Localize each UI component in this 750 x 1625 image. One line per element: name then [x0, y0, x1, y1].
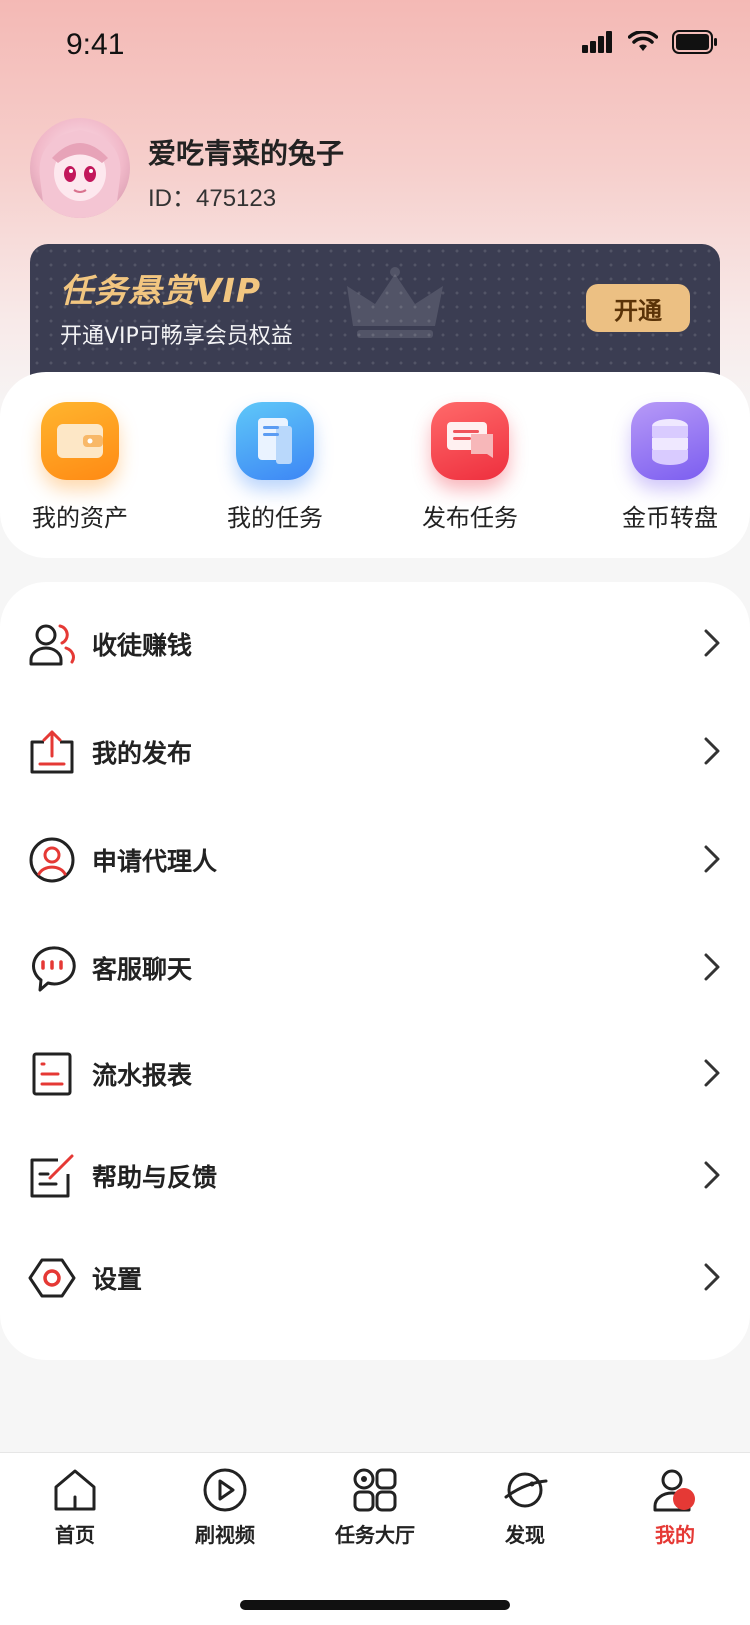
quick-action-publish[interactable]: 发布任务	[390, 402, 550, 533]
grid-icon	[353, 1468, 397, 1512]
tab-task-hall[interactable]: 任务大厅	[315, 1467, 435, 1548]
menu-label: 设置	[92, 1265, 143, 1294]
menu-label: 收徒赚钱	[92, 631, 193, 660]
menu-item-report[interactable]: 流水报表	[0, 1028, 750, 1118]
tab-videos[interactable]: 刷视频	[165, 1467, 285, 1548]
quick-actions-card: 我的资产 我的任务 发布任务 金币转盘	[0, 372, 750, 558]
chevron-right-icon	[704, 1263, 720, 1291]
recruit-users-icon	[29, 624, 75, 666]
menu-item-customer-chat[interactable]: 客服聊天	[0, 922, 750, 1012]
menu-item-recruit[interactable]: 收徒赚钱	[0, 598, 750, 688]
tab-label: 首页	[55, 1523, 95, 1547]
tab-label: 任务大厅	[335, 1523, 415, 1547]
report-icon	[32, 1052, 72, 1096]
menu-item-apply-agent[interactable]: 申请代理人	[0, 814, 750, 904]
document-icon	[236, 402, 314, 480]
tab-discover[interactable]: 发现	[465, 1467, 585, 1548]
profile-icon	[653, 1469, 695, 1512]
menu-item-help-feedback[interactable]: 帮助与反馈	[0, 1130, 750, 1220]
user-circle-icon	[29, 837, 75, 883]
user-id: ID：475123	[148, 185, 277, 212]
menu-label: 帮助与反馈	[92, 1163, 218, 1192]
chevron-right-icon	[704, 737, 720, 765]
quick-action-tasks[interactable]: 我的任务	[195, 402, 355, 533]
status-time: 9:41	[66, 28, 125, 61]
quick-action-label: 我的资产	[32, 504, 128, 532]
quick-action-label: 我的任务	[227, 504, 323, 532]
avatar-illustration	[39, 130, 121, 218]
tab-label: 我的	[655, 1523, 695, 1547]
status-bar: 9:41	[0, 0, 750, 90]
feedback-edit-icon	[30, 1154, 74, 1198]
chevron-right-icon	[704, 1161, 720, 1189]
vip-open-button[interactable]: 开通	[586, 284, 690, 332]
wifi-icon	[628, 31, 658, 51]
menu-item-my-publish[interactable]: 我的发布	[0, 706, 750, 796]
tab-label: 刷视频	[195, 1523, 255, 1547]
chevron-right-icon	[704, 845, 720, 873]
crown-icon	[347, 267, 443, 338]
tab-home[interactable]: 首页	[15, 1467, 135, 1548]
play-icon	[203, 1468, 247, 1512]
menu-list: 收徒赚钱 我的发布 申请代理人 客服聊天 流水报表 帮助与反馈 设置	[0, 582, 750, 1360]
menu-label: 流水报表	[92, 1061, 193, 1090]
chevron-right-icon	[704, 629, 720, 657]
username: 爱吃青菜的兔子	[148, 137, 345, 170]
tab-mine[interactable]: 我的	[615, 1467, 735, 1548]
chevron-right-icon	[704, 953, 720, 981]
menu-item-settings[interactable]: 设置	[0, 1232, 750, 1322]
home-indicator	[240, 1600, 510, 1610]
profile-header[interactable]: 爱吃青菜的兔子 ID：475123	[30, 118, 710, 218]
menu-label: 我的发布	[92, 739, 193, 768]
menu-label: 申请代理人	[92, 847, 218, 876]
quick-action-label: 金币转盘	[622, 504, 718, 532]
chat-bubble-icon	[32, 946, 76, 992]
wallet-icon	[41, 402, 119, 480]
chevron-right-icon	[704, 1059, 720, 1087]
battery-icon	[672, 30, 717, 54]
settings-icon	[28, 1258, 76, 1298]
coins-icon	[631, 402, 709, 480]
chat-icon	[431, 402, 509, 480]
quick-action-assets[interactable]: 我的资产	[0, 402, 160, 533]
avatar[interactable]	[30, 118, 130, 218]
signal-bars-icon	[582, 31, 612, 53]
upload-icon	[30, 730, 74, 774]
vip-subtitle: 开通VIP可畅享会员权益	[60, 324, 293, 349]
menu-label: 客服聊天	[92, 955, 193, 984]
status-icons	[582, 30, 718, 54]
planet-icon	[504, 1472, 548, 1508]
vip-banner[interactable]: 任务悬赏VIP 开通VIP可畅享会员权益 开通	[30, 244, 720, 384]
home-icon	[54, 1469, 96, 1511]
quick-action-wheel[interactable]: 金币转盘	[590, 402, 750, 533]
quick-action-label: 发布任务	[422, 504, 518, 532]
vip-title: 任务悬赏VIP	[60, 271, 262, 310]
tab-label: 发现	[505, 1523, 545, 1547]
